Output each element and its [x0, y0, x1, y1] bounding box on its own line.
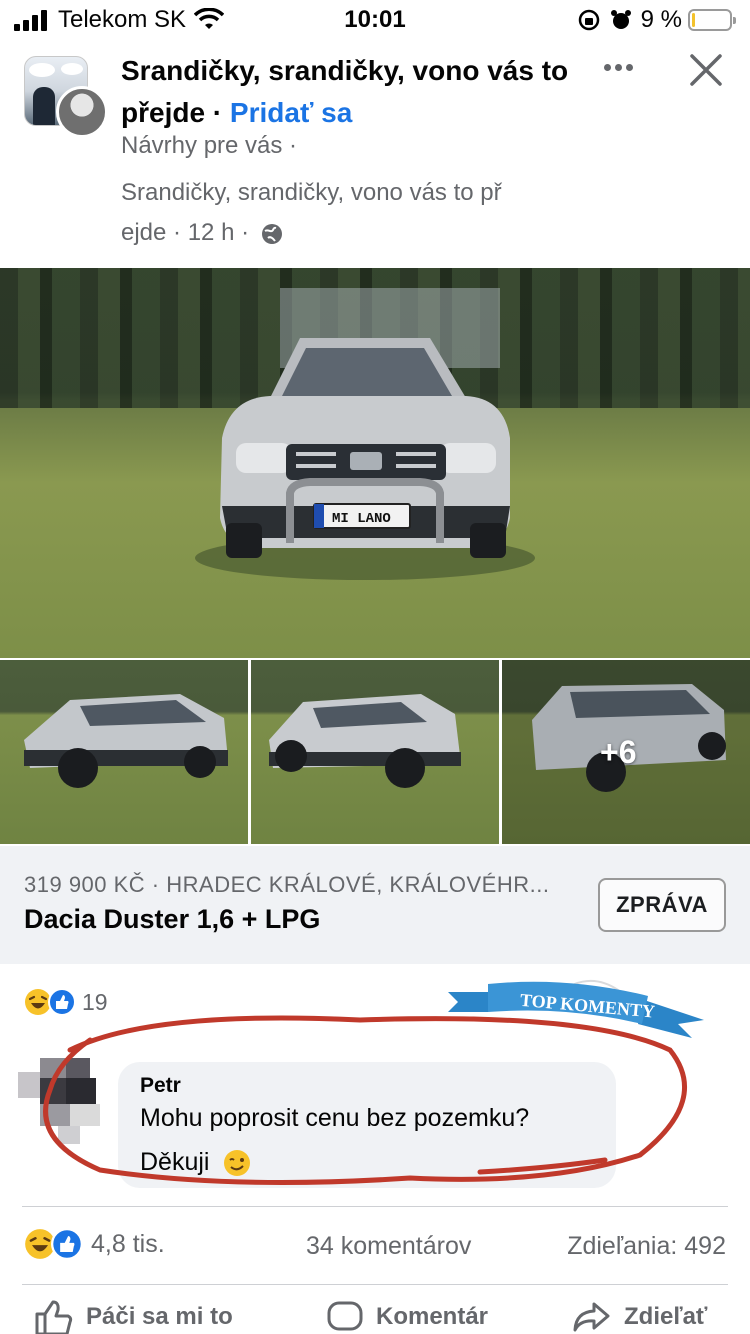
rotation-lock-icon	[578, 9, 599, 31]
listing-price-location: 319 900 KČ · HRADEC KRÁLOVÉ, KRÁLOVÉHR..…	[24, 872, 550, 897]
like-emoji-icon	[51, 1228, 83, 1260]
status-bar: Telekom SK 10:01 9 %	[0, 0, 750, 42]
comments-count[interactable]: 34 komentárov	[306, 1232, 471, 1261]
battery-icon	[688, 9, 736, 31]
poster-profile-picture	[56, 86, 108, 138]
status-bar-right: 9 %	[569, 6, 736, 34]
main-listing-photo[interactable]: MI LANO	[0, 268, 750, 658]
post-actions: Páči sa mi to Komentár Zdieľať	[0, 1300, 750, 1334]
battery-fill	[692, 13, 695, 27]
post-meta-line: ejde · 12 h ·	[121, 212, 641, 254]
car-front-image: MI LANO	[195, 338, 535, 580]
divider	[22, 1206, 728, 1207]
message-seller-button[interactable]: ZPRÁVA	[598, 878, 726, 932]
like-button[interactable]: Páči sa mi to	[34, 1300, 233, 1334]
reaction-count: 4,8 tis.	[91, 1229, 165, 1258]
thumbs-up-icon	[35, 1300, 73, 1334]
post-header-title: Srandičky, srandičky, vono vás to přejde…	[121, 55, 569, 128]
license-plate: MI LANO	[332, 511, 391, 527]
red-highlight-circle	[43, 1015, 687, 1185]
battery-percent: 9 %	[640, 6, 682, 33]
post-stats: 4,8 tis. 34 komentárov Zdieľania: 492	[24, 1228, 726, 1268]
shares-count[interactable]: Zdieľania: 492	[567, 1232, 726, 1261]
join-group-link[interactable]: Pridať sa	[230, 97, 352, 128]
listing-title: Dacia Duster 1,6 + LPG	[24, 904, 321, 934]
comment-button[interactable]: Komentár	[326, 1300, 488, 1334]
group-name-line[interactable]: Srandičky, srandičky, vono vás to př	[121, 172, 641, 214]
post-age[interactable]: · 12 h ·	[166, 219, 255, 246]
post-reactions[interactable]: 4,8 tis.	[24, 1228, 165, 1260]
car-side-image	[24, 694, 228, 788]
listing-photo-thumbnail[interactable]	[0, 660, 248, 844]
listing-photo-thumbnail[interactable]	[251, 660, 499, 844]
share-button[interactable]: Zdieľať	[572, 1300, 707, 1334]
group-name-continued[interactable]: ejde	[121, 219, 166, 246]
group-avatar[interactable]	[24, 56, 108, 138]
close-icon[interactable]	[686, 50, 726, 90]
more-photos-count: +6	[600, 734, 637, 770]
more-options-button[interactable]	[598, 52, 638, 82]
share-icon	[573, 1302, 610, 1332]
globe-icon	[261, 223, 282, 244]
alarm-icon	[610, 10, 631, 29]
suggestion-label: Návrhy pre vás ·	[121, 132, 298, 159]
divider	[22, 1284, 728, 1285]
comment-icon	[327, 1301, 363, 1331]
car-side-image	[269, 694, 461, 788]
